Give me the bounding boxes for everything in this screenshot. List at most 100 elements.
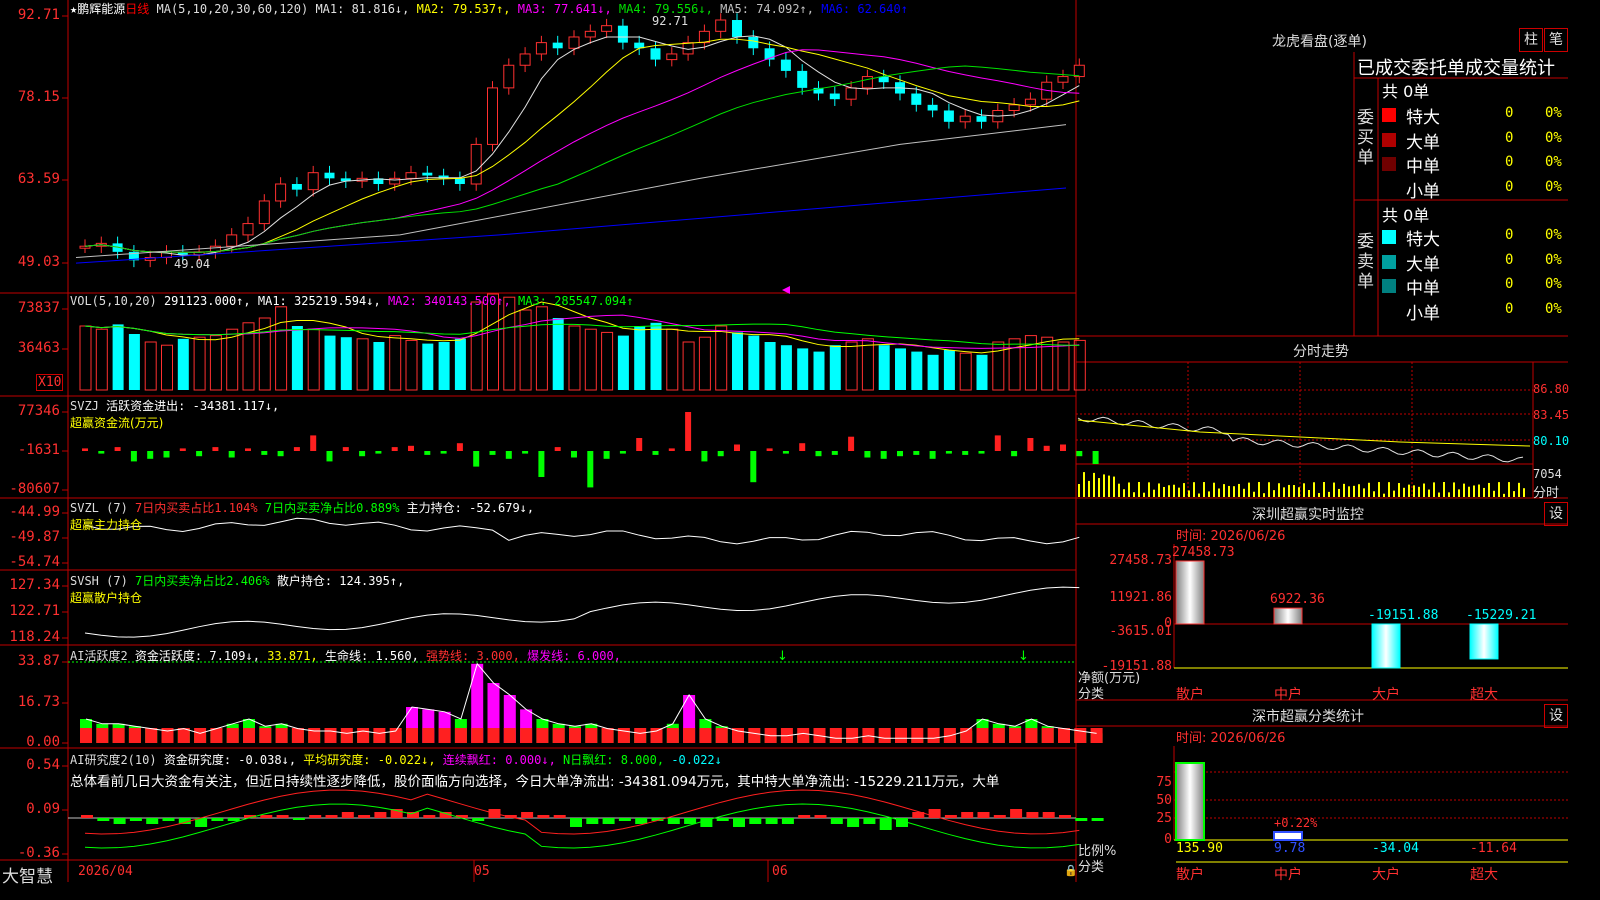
- volume-bar: [1008, 338, 1021, 391]
- ma-label-6: MA6: 62.640↑: [821, 2, 908, 16]
- activity-base-bar: [601, 728, 614, 743]
- intraday-vol-bar: [1083, 472, 1085, 497]
- candle-body-down: [797, 70, 808, 88]
- down-arrow-icon: ↓: [1018, 649, 1029, 664]
- candle-body-up: [845, 87, 857, 100]
- intraday-vol-bar: [1283, 487, 1285, 497]
- research-bar: [211, 818, 224, 821]
- fund-flow-bar: [652, 451, 659, 455]
- intraday-vol-bar: [1383, 493, 1385, 497]
- volume-bar: [584, 328, 597, 391]
- candle-body-up: [79, 245, 91, 249]
- intraday-vol-bar: [1133, 492, 1135, 497]
- stat-xlabel: 分类: [1078, 860, 1105, 875]
- stat-category: 中户: [1274, 867, 1302, 883]
- legend-swatch: [1382, 230, 1396, 244]
- stat-bar-value: -34.04: [1372, 841, 1419, 856]
- volume-bar: [634, 326, 646, 390]
- lhb-row-label: 中单: [1406, 279, 1440, 299]
- intraday-vol-bar: [1393, 490, 1395, 497]
- stat-category: 大户: [1372, 867, 1400, 883]
- fund-flow-bar: [277, 451, 284, 457]
- stat-mid-label: +0.22%: [1274, 816, 1318, 830]
- stat-settings-button[interactable]: 设: [1544, 704, 1568, 728]
- volume-bar: [291, 326, 303, 390]
- activity-base-bar: [259, 728, 272, 743]
- volume-bar: [764, 342, 776, 390]
- activity-base-bar: [112, 728, 125, 743]
- ai2-e: -0.022↓: [671, 753, 722, 767]
- intraday-vol-bar: [1488, 482, 1490, 497]
- monitor-settings-button[interactable]: 设: [1544, 502, 1568, 526]
- legend-swatch: [1382, 157, 1396, 171]
- research-bar: [1091, 818, 1104, 821]
- intraday-vol-bar: [1168, 485, 1170, 497]
- monitor-bar-value: 27458.73: [1172, 545, 1235, 560]
- fund-flow-bar: [994, 435, 1001, 451]
- intraday-vol-bar: [1363, 488, 1365, 497]
- fund-flow-bar: [1011, 451, 1018, 457]
- volume-bar: [927, 354, 939, 390]
- fund-flow-bar: [962, 451, 969, 455]
- lhb-row-count: 0: [1505, 129, 1514, 146]
- intraday-vol-bar: [1238, 483, 1240, 497]
- activity-base-bar: [226, 728, 239, 743]
- svsh-tick-2: 118.24: [9, 629, 60, 645]
- intraday-vol-bar: [1288, 484, 1290, 497]
- legend-swatch: [1382, 303, 1396, 318]
- lhb-row-pct: 0%: [1545, 178, 1562, 195]
- ai1-c: 生命线: 1.560,: [325, 649, 419, 663]
- intraday-vol-bar: [1268, 482, 1270, 497]
- volume-bar: [732, 332, 743, 390]
- intraday-vol-bar: [1143, 492, 1145, 497]
- candle-body-down: [454, 178, 465, 185]
- svzl-tick-2: -54.74: [9, 554, 60, 570]
- research-bar: [733, 818, 745, 827]
- intraday-vol-bar: [1408, 484, 1410, 497]
- stock-info-line: ★鹏辉能源日线 MA(5,10,20,30,60,120) MA1: 81.81…: [70, 0, 908, 17]
- activity-base-bar: [536, 728, 549, 743]
- stat-category: 超大: [1470, 867, 1498, 883]
- stat-bar-value: 135.90: [1176, 841, 1223, 856]
- ai2-title: AI研究度2(10): [70, 753, 157, 767]
- brand-logo[interactable]: 大智慧: [2, 862, 53, 887]
- vol-ma2: MA2: 340143.500↑,: [387, 294, 511, 308]
- bar-mode-button[interactable]: 柱: [1519, 28, 1543, 52]
- intraday-vol-bar: [1198, 493, 1200, 497]
- intraday-vol-bar: [1338, 488, 1340, 497]
- intraday-vol-bar: [1263, 493, 1265, 497]
- candle-body-down: [748, 36, 759, 49]
- fund-flow-bar: [782, 451, 789, 454]
- volume-bar: [209, 335, 222, 391]
- down-arrow-icon: ↓: [777, 649, 788, 664]
- intraday-vol-bar: [1123, 489, 1125, 497]
- buy-side-label: 委买单: [1357, 108, 1374, 168]
- candle-body-up: [226, 234, 238, 247]
- activity-base-bar: [715, 728, 728, 743]
- intraday-vol-bar: [1493, 490, 1495, 497]
- main-chart-canvas[interactable]: ↓ ↓ 🔒: [0, 0, 1568, 882]
- ma-line-3: [84, 49, 1080, 253]
- candle-body-up: [405, 172, 417, 179]
- intraday-vol-bar: [1193, 482, 1195, 497]
- period-label[interactable]: 日线: [125, 2, 149, 16]
- candle-body-down: [291, 184, 302, 190]
- volume-bar: [454, 338, 466, 390]
- intraday-vol-bar: [1483, 487, 1485, 497]
- tick-mode-button[interactable]: 笔: [1544, 28, 1568, 52]
- research-bar: [521, 812, 534, 818]
- fund-flow-bar: [261, 451, 268, 455]
- ai1-d: 强势线: 3.000,: [426, 649, 520, 663]
- volume-bar: [405, 339, 418, 391]
- lock-icon[interactable]: 🔒: [1064, 864, 1078, 877]
- ma-header: MA(5,10,20,30,60,120): [156, 2, 309, 16]
- research-bar: [423, 815, 436, 818]
- intraday-vol-bar: [1248, 482, 1250, 497]
- intraday-vol-bar: [1303, 483, 1305, 497]
- fund-flow-bar: [440, 451, 447, 454]
- intraday-vol-bar: [1223, 484, 1225, 497]
- lhb-row-pct: 0%: [1545, 105, 1562, 121]
- research-bar: [341, 812, 354, 818]
- intraday-vol-bar: [1233, 486, 1235, 497]
- research-bar: [781, 818, 794, 824]
